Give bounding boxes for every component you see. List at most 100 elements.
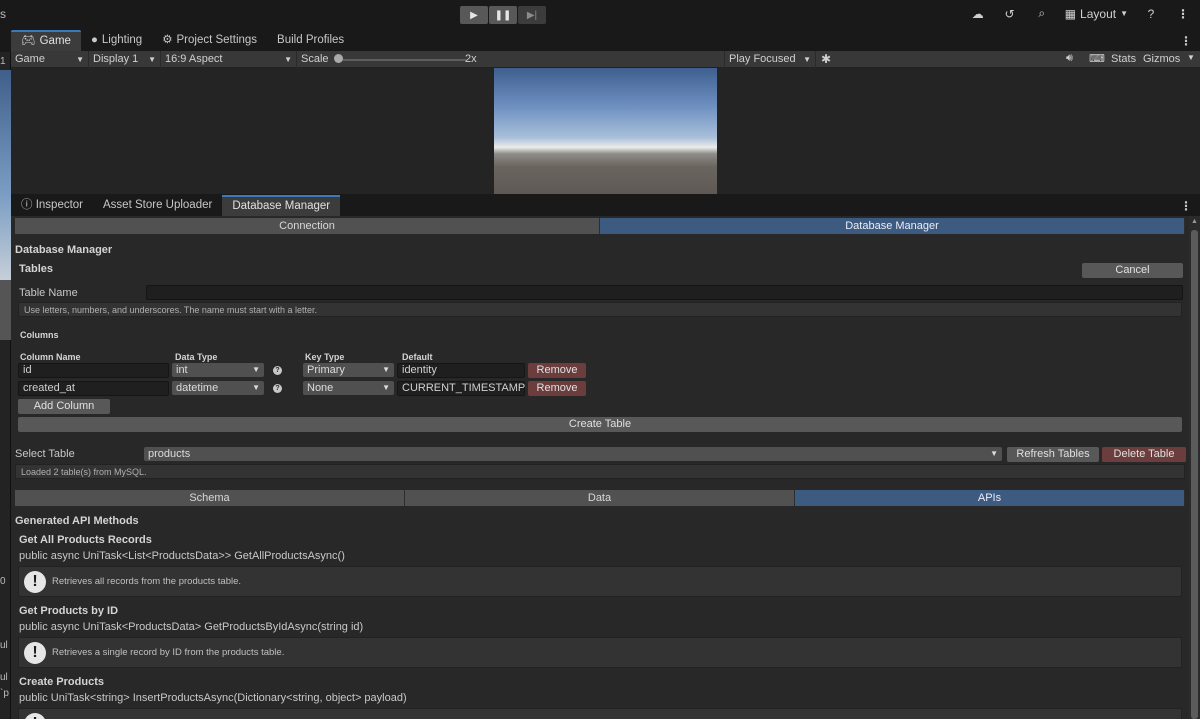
tab-project-settings[interactable]: ⚙ Project Settings bbox=[152, 30, 267, 51]
search-icon[interactable]: ⌕ bbox=[1033, 6, 1051, 21]
tab-label: Project Settings bbox=[176, 34, 258, 46]
select-table-dropdown[interactable]: products ▼ bbox=[144, 447, 1002, 461]
scale-label: Scale bbox=[301, 53, 329, 65]
scale-slider-handle[interactable] bbox=[334, 54, 343, 63]
section-title: Database Manager bbox=[15, 244, 113, 256]
default-input[interactable]: CURRENT_TIMESTAMP bbox=[397, 381, 525, 396]
inspector-tab-bar: ⓘ Inspector Asset Store Uploader Databas… bbox=[11, 195, 1200, 216]
view-dropdown[interactable]: Game ▼ bbox=[11, 50, 89, 68]
exclamation-icon: ! bbox=[24, 642, 46, 664]
gizmos-button[interactable]: Gizmos bbox=[1143, 53, 1180, 65]
apis-tab[interactable]: APIs bbox=[795, 490, 1185, 506]
column-name-input[interactable]: created_at bbox=[18, 381, 169, 396]
columns-title: Columns bbox=[20, 330, 59, 340]
left-fragment: ul bbox=[0, 640, 8, 651]
help-icon[interactable]: ? bbox=[273, 384, 282, 393]
play-mode-dropdown[interactable]: Play Focused ▼ bbox=[724, 50, 816, 68]
help-icon[interactable]: ? bbox=[1142, 7, 1160, 21]
bug-icon[interactable]: ✱ bbox=[821, 52, 831, 66]
mode-toggle: Connection Database Manager bbox=[15, 218, 1185, 234]
database-manager-tab[interactable]: Database Manager bbox=[600, 218, 1185, 234]
database-manager-panel: Connection Database Manager Database Man… bbox=[11, 216, 1189, 719]
history-icon[interactable]: ↺ bbox=[1001, 7, 1019, 21]
api-description: Retrieves a single record by ID from the… bbox=[52, 647, 285, 658]
step-icon[interactable]: ▶| bbox=[518, 6, 546, 24]
tab-inspector[interactable]: ⓘ Inspector bbox=[11, 195, 93, 216]
toolbar-right: ☁ ↺ ⌕ ▦ Layout ▼ ? ⋮ bbox=[969, 6, 1192, 21]
chevron-down-icon: ▼ bbox=[382, 383, 390, 392]
tab-label: Asset Store Uploader bbox=[103, 199, 213, 211]
col-header-default: Default bbox=[402, 352, 433, 362]
left-panel-fragment: 1 0 ul ul `p bbox=[0, 52, 11, 719]
aspect-dropdown[interactable]: 16:9 Aspect ▼ bbox=[161, 50, 297, 68]
cloud-icon[interactable]: ☁ bbox=[969, 7, 987, 21]
exclamation-icon: ! bbox=[24, 713, 46, 719]
layout-label: Layout bbox=[1080, 6, 1117, 21]
display-dropdown[interactable]: Display 1 ▼ bbox=[89, 50, 161, 68]
table-name-input[interactable] bbox=[146, 285, 1183, 300]
panel-scrollbar[interactable]: ▲ bbox=[1189, 216, 1200, 719]
game-tab-bar: 🎮︎ Game ● Lighting ⚙ Project Settings Bu… bbox=[11, 30, 1200, 51]
api-description: Retrieves all records from the products … bbox=[52, 576, 242, 587]
table-name-hint: Use letters, numbers, and underscores. T… bbox=[18, 302, 1182, 317]
table-name-label: Table Name bbox=[19, 287, 78, 299]
remove-column-button[interactable]: Remove bbox=[528, 363, 586, 378]
col-header-name: Column Name bbox=[20, 352, 81, 362]
game-view bbox=[11, 68, 1200, 194]
scroll-up-icon[interactable]: ▲ bbox=[1191, 218, 1198, 225]
keyboard-icon[interactable]: ⌨ bbox=[1089, 52, 1105, 65]
col-header-key: Key Type bbox=[305, 352, 345, 362]
add-column-button[interactable]: Add Column bbox=[18, 399, 110, 414]
tables-title: Tables bbox=[19, 263, 54, 275]
tab-lighting[interactable]: ● Lighting bbox=[81, 30, 152, 51]
cancel-button[interactable]: Cancel bbox=[1082, 263, 1183, 278]
select-table-label: Select Table bbox=[15, 448, 75, 460]
scrollbar-thumb[interactable] bbox=[1191, 230, 1198, 719]
tab-asset-store-uploader[interactable]: Asset Store Uploader bbox=[93, 195, 222, 216]
api-title: Create Products bbox=[19, 676, 104, 688]
chevron-down-icon: ▼ bbox=[382, 365, 390, 374]
chevron-down-icon: ▼ bbox=[76, 54, 84, 64]
pause-icon[interactable]: ❚❚ bbox=[489, 6, 517, 24]
data-tab[interactable]: Data bbox=[405, 490, 795, 506]
layout-dropdown[interactable]: ▦ Layout ▼ bbox=[1065, 7, 1128, 21]
key-type-dropdown[interactable]: None ▼ bbox=[303, 381, 394, 395]
data-type-dropdown[interactable]: datetime ▼ bbox=[172, 381, 264, 395]
tab-game[interactable]: 🎮︎ Game bbox=[11, 30, 81, 51]
tab-build-profiles[interactable]: Build Profiles bbox=[267, 30, 354, 51]
key-type-dropdown[interactable]: Primary ▼ bbox=[303, 363, 394, 377]
default-input[interactable]: identity bbox=[397, 363, 525, 378]
kebab-menu-icon[interactable]: ⋮ bbox=[1180, 34, 1192, 48]
gamepad-icon: 🎮︎ bbox=[21, 35, 36, 47]
kebab-menu-icon[interactable]: ⋮ bbox=[1174, 7, 1192, 21]
scene-sky-fragment bbox=[0, 70, 11, 280]
chevron-down-icon: ▼ bbox=[148, 54, 156, 64]
delete-table-button[interactable]: Delete Table bbox=[1102, 447, 1186, 462]
scale-slider[interactable] bbox=[341, 59, 466, 61]
audio-icon[interactable]: 🔊︎ bbox=[1066, 52, 1073, 65]
help-icon[interactable]: ? bbox=[273, 366, 282, 375]
column-name-input[interactable]: id bbox=[18, 363, 169, 378]
status-message: Loaded 2 table(s) from MySQL. bbox=[15, 464, 1185, 479]
view-toggle: Schema Data APIs bbox=[15, 490, 1185, 506]
gear-icon: ⚙ bbox=[162, 34, 173, 46]
display-value: Display 1 bbox=[93, 52, 139, 65]
kebab-menu-icon[interactable]: ⋮ bbox=[1180, 199, 1192, 213]
refresh-tables-button[interactable]: Refresh Tables bbox=[1007, 447, 1099, 462]
tab-database-manager[interactable]: Database Manager bbox=[222, 195, 341, 216]
schema-tab[interactable]: Schema bbox=[15, 490, 405, 506]
chevron-down-icon[interactable]: ▼ bbox=[1187, 53, 1195, 62]
connection-tab[interactable]: Connection bbox=[15, 218, 600, 234]
info-icon: ⓘ bbox=[21, 199, 33, 211]
scale-value: 2x bbox=[465, 53, 477, 65]
data-type-value: int bbox=[176, 364, 188, 376]
stats-button[interactable]: Stats bbox=[1111, 53, 1136, 65]
remove-column-button[interactable]: Remove bbox=[528, 381, 586, 396]
play-icon[interactable]: ▶ bbox=[460, 6, 488, 24]
api-signature: public UniTask<string> InsertProductsAsy… bbox=[19, 692, 407, 704]
create-table-button[interactable]: Create Table bbox=[18, 417, 1182, 432]
tab-label: Database Manager bbox=[232, 200, 331, 212]
api-section-title: Generated API Methods bbox=[15, 515, 139, 527]
chevron-down-icon: ▼ bbox=[803, 54, 811, 64]
data-type-dropdown[interactable]: int ▼ bbox=[172, 363, 264, 377]
